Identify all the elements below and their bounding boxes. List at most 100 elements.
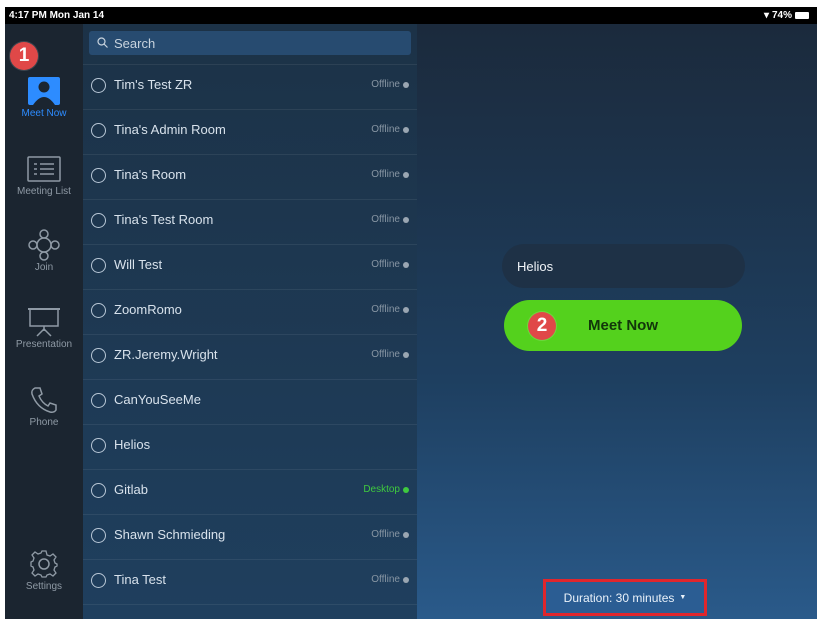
room-name: Shawn Schmieding (114, 527, 226, 542)
room-name: Tina's Test Room (114, 212, 214, 227)
side-navigation: Meet Now Meeting List Join Presentation … (5, 24, 83, 619)
nav-meet-now-label: Meet Now (21, 108, 67, 119)
room-row[interactable]: ZoomRomo Offline (83, 289, 417, 335)
room-radio[interactable] (91, 483, 106, 498)
room-radio[interactable] (91, 303, 106, 318)
phone-icon (24, 385, 64, 415)
room-status-label: Offline (371, 79, 400, 90)
room-status-label: Offline (371, 169, 400, 180)
room-radio[interactable] (91, 78, 106, 93)
room-radio[interactable] (91, 258, 106, 273)
room-radio[interactable] (91, 213, 106, 228)
search-input[interactable]: Search (89, 31, 411, 55)
selected-room-name: Helios (517, 258, 554, 274)
status-dot-icon (403, 81, 409, 88)
step-badge-2: 2 (528, 312, 556, 340)
room-radio[interactable] (91, 348, 106, 363)
room-row[interactable]: Tina Test Offline (83, 559, 417, 605)
status-dot-icon (403, 351, 409, 358)
search-icon (97, 36, 108, 51)
nav-join-label: Join (34, 262, 54, 273)
duration-label: Duration: 30 minutes (563, 590, 675, 605)
presentation-icon (24, 307, 64, 337)
ipad-screen: 4:17 PM Mon Jan 14 ▾ 74% Meet Now Meetin… (5, 7, 817, 619)
room-radio[interactable] (91, 528, 106, 543)
room-row[interactable]: Tina's Test Room Offline (83, 199, 417, 245)
room-name: Tim's Test ZR (114, 77, 193, 92)
room-status-label: Offline (371, 259, 400, 270)
room-status-label: Offline (371, 529, 400, 540)
room-status-label: Offline (371, 124, 400, 135)
room-radio[interactable] (91, 393, 106, 408)
room-row[interactable]: Shawn Schmieding Offline (83, 514, 417, 560)
room-row[interactable]: CanYouSeeMe (83, 379, 417, 425)
room-radio[interactable] (91, 168, 106, 183)
room-radio[interactable] (91, 438, 106, 453)
room-name: Tina Test (114, 572, 167, 587)
status-dot-icon (403, 171, 409, 178)
room-status: Offline (371, 304, 409, 315)
room-row[interactable]: Tim's Test ZR Offline (83, 64, 417, 110)
status-dot-icon (403, 486, 409, 493)
status-bar: 4:17 PM Mon Jan 14 ▾ 74% (5, 7, 817, 24)
search-placeholder: Search (114, 35, 156, 51)
nav-join[interactable]: Join (5, 229, 83, 300)
room-name: Gitlab (114, 482, 148, 497)
meet-now-panel: Helios Meet Now 2 Duration: 30 minutes ▼ (417, 24, 817, 619)
gear-icon (24, 549, 64, 579)
room-status-label: Offline (371, 304, 400, 315)
list-icon (24, 154, 64, 184)
meet-now-label: Meet Now (587, 317, 658, 334)
nav-presentation-label: Presentation (15, 339, 73, 350)
room-status: Desktop (363, 484, 409, 495)
person-icon (24, 76, 64, 106)
battery-percent: 74% (771, 10, 792, 21)
room-row[interactable]: Tina's Room Offline (83, 154, 417, 200)
room-name: Helios (114, 437, 151, 452)
room-name: Will Test (114, 257, 163, 272)
room-name: Tina's Admin Room (114, 122, 226, 137)
room-name: Tina's Room (114, 167, 187, 182)
room-name: ZR.Jeremy.Wright (114, 347, 218, 362)
nav-meeting-list-label: Meeting List (17, 186, 71, 197)
room-status: Offline (371, 259, 409, 270)
nav-presentation[interactable]: Presentation (5, 307, 83, 377)
room-status-label: Offline (371, 214, 400, 225)
status-dot-icon (403, 576, 409, 583)
room-status-label: Desktop (363, 484, 400, 495)
room-name: CanYouSeeMe (114, 392, 201, 407)
room-radio[interactable] (91, 123, 106, 138)
room-status-label: Offline (371, 349, 400, 360)
status-dot-icon (403, 216, 409, 223)
room-row[interactable]: Tina's Admin Room Offline (83, 109, 417, 155)
room-name: ZoomRomo (114, 302, 182, 317)
status-dot-icon (403, 126, 409, 133)
status-dot-icon (403, 306, 409, 313)
battery-icon (795, 12, 809, 19)
step-badge-1: 1 (10, 42, 38, 70)
status-dot-icon (403, 261, 409, 268)
selected-room-field[interactable]: Helios (502, 244, 745, 288)
nav-settings[interactable]: Settings (5, 549, 83, 619)
nav-phone-label: Phone (29, 417, 59, 428)
wifi-icon: ▾ (763, 10, 769, 21)
room-row[interactable]: ZR.Jeremy.Wright Offline (83, 334, 417, 380)
nav-phone[interactable]: Phone (5, 385, 83, 455)
status-dot-icon (403, 531, 409, 538)
nav-meeting-list[interactable]: Meeting List (5, 154, 83, 224)
room-row[interactable]: Helios (83, 424, 417, 470)
status-time: 4:17 PM Mon Jan 14 (9, 10, 105, 21)
room-radio[interactable] (91, 573, 106, 588)
nav-meet-now[interactable]: Meet Now (5, 76, 83, 146)
room-row[interactable]: Will Test Offline (83, 244, 417, 290)
nav-settings-label: Settings (25, 581, 63, 592)
room-status: Offline (371, 349, 409, 360)
room-status: Offline (371, 124, 409, 135)
room-status: Offline (371, 529, 409, 540)
room-list-panel: Testing SmartOfflineTim's Test ZROffline… (83, 24, 417, 619)
room-status: Offline (371, 214, 409, 225)
room-status: Offline (371, 79, 409, 90)
room-row[interactable]: Gitlab Desktop (83, 469, 417, 515)
duration-selector[interactable]: Duration: 30 minutes ▼ (543, 579, 707, 616)
status-indicators: ▾ 74% (764, 10, 809, 21)
